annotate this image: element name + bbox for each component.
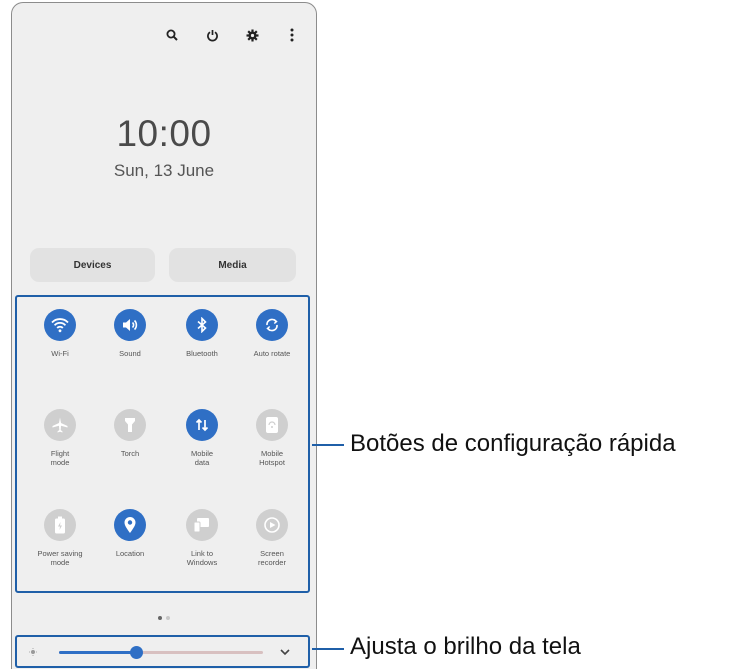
gear-icon[interactable] bbox=[242, 25, 262, 45]
tile-label: Location bbox=[115, 549, 145, 558]
sound-icon bbox=[114, 309, 146, 341]
torch-icon bbox=[114, 409, 146, 441]
media-button[interactable]: Media bbox=[169, 248, 296, 282]
tile-label: Power saving mode bbox=[37, 549, 83, 567]
tile-screen-recorder[interactable]: Screen recorder bbox=[237, 509, 307, 567]
tile-label: Screen recorder bbox=[258, 549, 286, 567]
tile-label: Wi-Fi bbox=[51, 349, 69, 358]
page-dot-active[interactable] bbox=[158, 616, 162, 620]
location-icon bbox=[114, 509, 146, 541]
chevron-down-icon[interactable] bbox=[279, 647, 291, 657]
devices-button[interactable]: Devices bbox=[30, 248, 155, 282]
tile-label: Flight mode bbox=[50, 449, 70, 467]
tile-wifi[interactable]: Wi-Fi bbox=[25, 309, 95, 358]
tile-label: Mobile data bbox=[190, 449, 214, 467]
quick-settings-panel: Wi-Fi Sound Bluetooth Auto rotate Flight… bbox=[15, 295, 310, 593]
notification-panel: 10:00 Sun, 13 June Devices Media Wi-Fi S… bbox=[11, 2, 317, 669]
brightness-icon bbox=[29, 648, 37, 656]
tile-mobile-hotspot[interactable]: Mobile Hotspot bbox=[237, 409, 307, 467]
page-dot[interactable] bbox=[166, 616, 170, 620]
tile-flight-mode[interactable]: Flight mode bbox=[25, 409, 95, 467]
hotspot-icon bbox=[256, 409, 288, 441]
brightness-fill bbox=[59, 651, 137, 654]
tile-bluetooth[interactable]: Bluetooth bbox=[167, 309, 237, 358]
tile-label: Sound bbox=[119, 349, 141, 358]
tile-label: Mobile Hotspot bbox=[259, 449, 285, 467]
power-icon[interactable] bbox=[202, 25, 222, 45]
callout-line-quick-settings bbox=[312, 444, 344, 446]
tile-auto-rotate[interactable]: Auto rotate bbox=[237, 309, 307, 358]
callout-line-brightness bbox=[312, 648, 344, 650]
page-indicator bbox=[158, 616, 170, 620]
tile-mobile-data[interactable]: Mobile data bbox=[167, 409, 237, 467]
wifi-icon bbox=[44, 309, 76, 341]
tile-torch[interactable]: Torch bbox=[95, 409, 165, 458]
tile-label: Link to Windows bbox=[186, 549, 218, 567]
tile-power-saving[interactable]: Power saving mode bbox=[25, 509, 95, 567]
tile-location[interactable]: Location bbox=[95, 509, 165, 558]
brightness-slider[interactable] bbox=[59, 651, 263, 654]
more-vertical-icon[interactable] bbox=[282, 25, 302, 45]
callout-quick-settings: Botões de configuração rápida bbox=[350, 430, 676, 457]
brightness-slider-handle[interactable] bbox=[130, 646, 143, 659]
tile-label: Auto rotate bbox=[253, 349, 291, 358]
auto-rotate-icon bbox=[256, 309, 288, 341]
tile-label: Bluetooth bbox=[186, 349, 218, 358]
bluetooth-icon bbox=[186, 309, 218, 341]
tile-sound[interactable]: Sound bbox=[95, 309, 165, 358]
brightness-control bbox=[15, 635, 310, 668]
clock-time: 10:00 bbox=[116, 113, 212, 154]
battery-icon bbox=[44, 509, 76, 541]
tile-link-to-windows[interactable]: Link to Windows bbox=[167, 509, 237, 567]
link-windows-icon bbox=[186, 509, 218, 541]
tile-label: Torch bbox=[120, 449, 140, 458]
mobile-data-icon bbox=[186, 409, 218, 441]
airplane-icon bbox=[44, 409, 76, 441]
clock-date: Sun, 13 June bbox=[113, 161, 215, 180]
screen-recorder-icon bbox=[256, 509, 288, 541]
status-bar-actions bbox=[162, 25, 302, 45]
search-icon[interactable] bbox=[162, 25, 182, 45]
callout-brightness: Ajusta o brilho da tela bbox=[350, 633, 581, 660]
